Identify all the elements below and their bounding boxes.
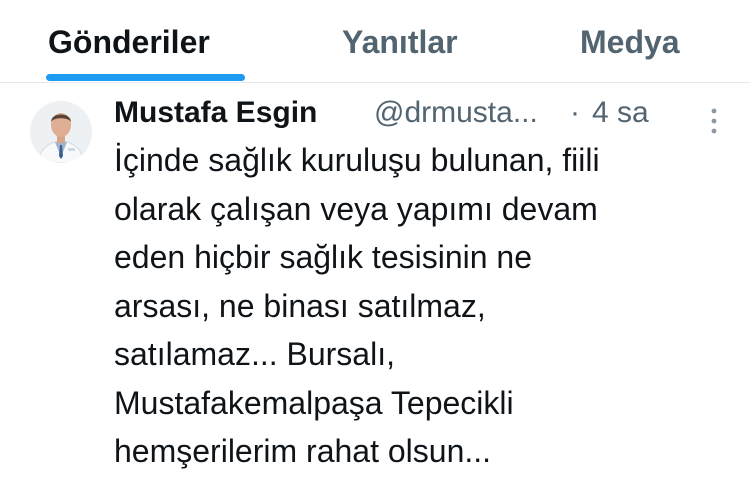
author-handle[interactable]: @drmusta... xyxy=(374,93,538,133)
tweet-text-line: İçinde sağlık kuruluşu bulunan, fiili xyxy=(114,142,600,178)
author-name[interactable]: Mustafa Esgin xyxy=(114,93,317,133)
avatar-photo-icon xyxy=(30,101,92,163)
tweet-timestamp[interactable]: 4 sa xyxy=(592,93,649,133)
tweet-text-line: hemşerilerim rahat olsun... xyxy=(114,433,492,469)
tab-replies[interactable]: Yanıtlar xyxy=(342,22,458,62)
more-vertical-icon[interactable] xyxy=(706,107,722,135)
avatar[interactable] xyxy=(30,101,92,163)
profile-timeline: Gönderiler Yanıtlar Medya Mustafa Esgin … xyxy=(0,0,750,486)
tab-media[interactable]: Medya xyxy=(580,22,680,62)
tweet-text: İçinde sağlık kuruluşu bulunan, fiili ol… xyxy=(114,136,714,476)
header-separator: · xyxy=(570,96,580,129)
active-tab-indicator xyxy=(46,74,245,81)
tweet-text-line: arsası, ne binası satılmaz, xyxy=(114,287,486,324)
tweet-text-line: eden hiçbir sağlık tesisinin ne xyxy=(114,239,533,275)
tweet-header: Mustafa Esgin @drmusta... · 4 sa xyxy=(114,93,714,133)
tweet-text-line: satılamaz... Bursalı, xyxy=(114,336,395,372)
profile-tabs: Gönderiler Yanıtlar Medya xyxy=(0,0,750,83)
tweet[interactable]: Mustafa Esgin @drmusta... · 4 sa İçinde … xyxy=(0,83,750,486)
tweet-text-line: olarak çalışan veya yapımı devam xyxy=(114,190,598,227)
tab-posts[interactable]: Gönderiler xyxy=(48,22,210,62)
tweet-text-line: Mustafakemalpaşa Tepecikli xyxy=(114,384,514,421)
